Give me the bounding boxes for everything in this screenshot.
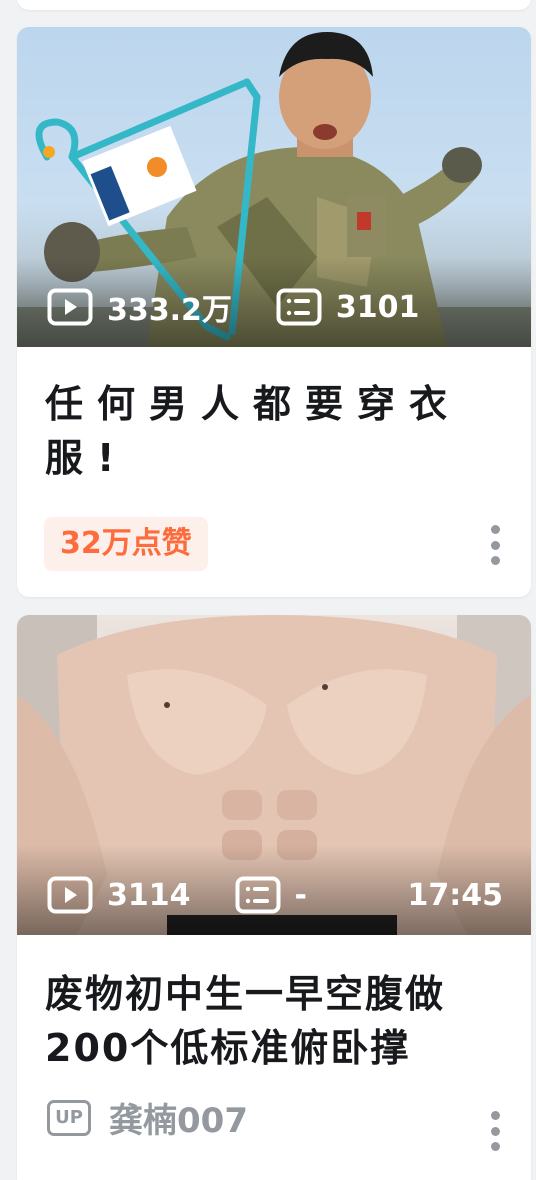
more-dot: [490, 1111, 500, 1120]
video-title[interactable]: 废物初中生一早空腹做200个低标准俯卧撑: [45, 967, 491, 1075]
more-dot: [490, 1126, 500, 1136]
video-stats: 333.2万 3101: [47, 285, 503, 329]
view-count-text: 333.2万: [107, 293, 232, 328]
view-count: 333.2万: [47, 285, 232, 329]
more-dot: [490, 556, 500, 565]
video-title[interactable]: 任何男人都要穿衣服!: [45, 377, 491, 485]
danmaku-icon: [276, 288, 322, 326]
uploader-name[interactable]: 龚楠007: [109, 1093, 248, 1142]
video-thumbnail[interactable]: 333.2万 3101: [17, 27, 531, 347]
view-count: 3114: [47, 876, 191, 914]
up-badge-icon: UP: [47, 1099, 91, 1136]
more-options-icon[interactable]: [489, 1111, 501, 1151]
danmaku-icon: [235, 876, 280, 914]
view-count-text: 3114: [107, 877, 191, 913]
more-dot: [490, 540, 500, 550]
video-thumbnail[interactable]: 3114 - 17:45: [17, 615, 531, 935]
video-stats: 3114 - 17:45: [47, 875, 503, 915]
more-options-icon[interactable]: [489, 525, 501, 565]
video-card[interactable]: 333.2万 3101 任何男人都要穿衣服! 32万点赞: [17, 27, 531, 597]
more-dot: [490, 1142, 500, 1151]
danmaku-count: -: [235, 876, 307, 914]
video-feed: 333.2万 3101 任何男人都要穿衣服! 32万点赞 3114 - 17:4…: [0, 0, 536, 1180]
previous-video-card[interactable]: [17, 0, 531, 10]
like-count-badge: 32万点赞: [44, 517, 208, 571]
video-duration: 17:45: [407, 877, 504, 913]
danmaku-count-text: 3101: [335, 289, 420, 325]
danmaku-count: 3101: [276, 288, 420, 326]
uploader-info[interactable]: UP 龚楠007: [47, 1093, 248, 1142]
play-count-icon: [47, 876, 93, 914]
play-count-icon: [47, 288, 93, 326]
danmaku-count-text: -: [294, 877, 307, 913]
more-dot: [490, 525, 500, 534]
video-card[interactable]: 3114 - 17:45 废物初中生一早空腹做200个低标准俯卧撑 UP 龚楠0…: [17, 615, 531, 1180]
